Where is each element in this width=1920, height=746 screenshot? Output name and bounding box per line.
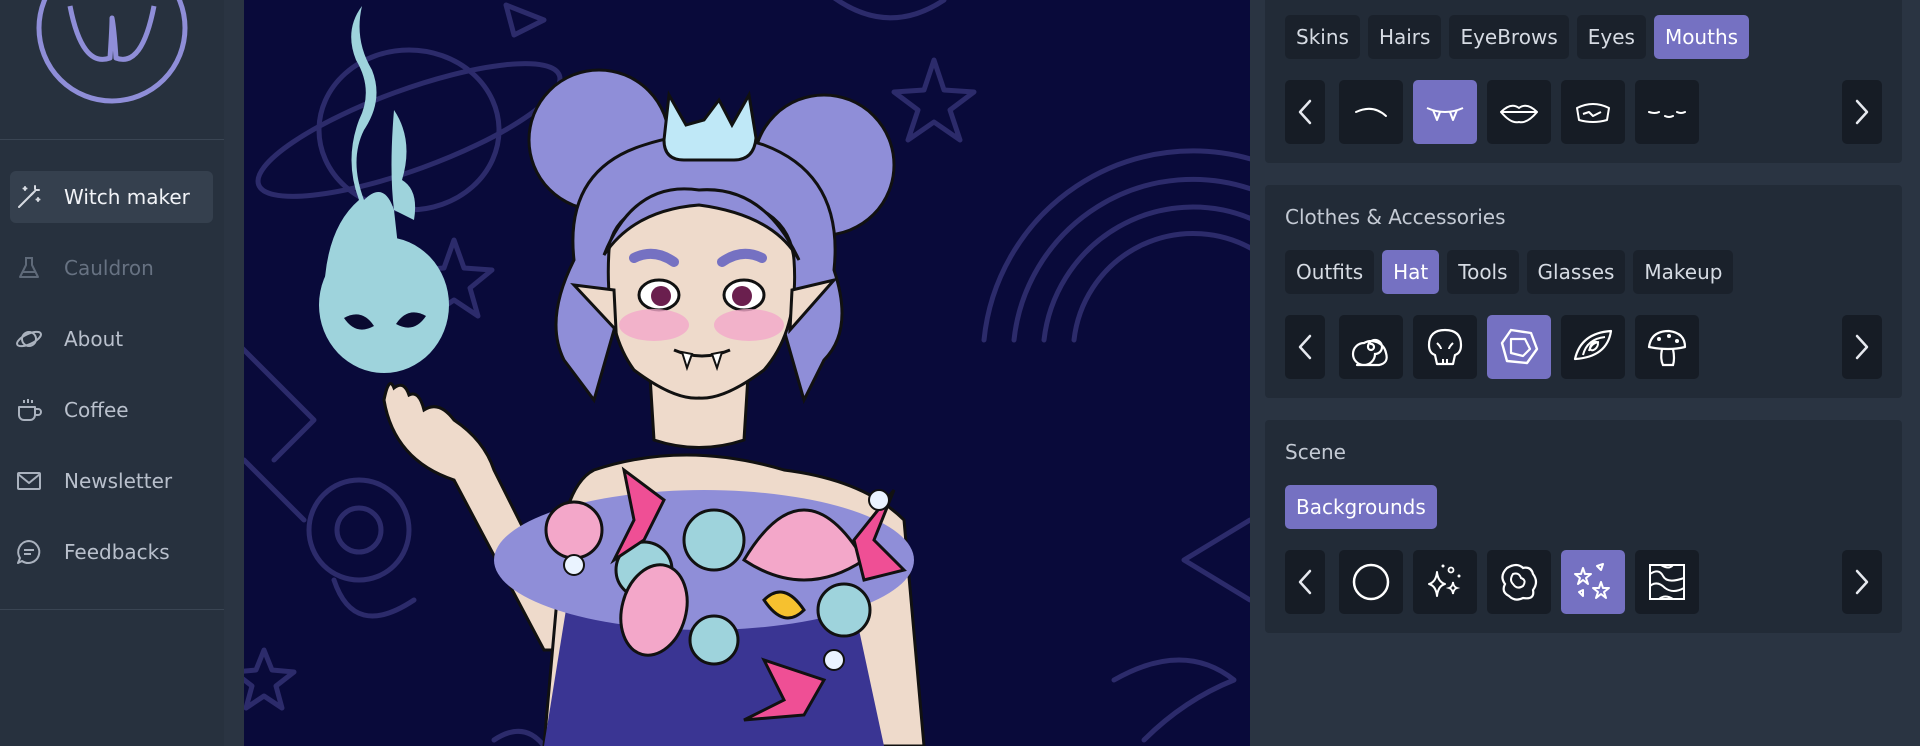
tab-hairs[interactable]: Hairs xyxy=(1367,15,1442,59)
sparkles-icon xyxy=(1428,564,1461,597)
mouth-smile-icon xyxy=(1355,107,1387,117)
coffee-cup-icon xyxy=(14,395,44,425)
section-title: Clothes & Accessories xyxy=(1285,205,1506,229)
sidebar-item-label: Feedbacks xyxy=(64,540,170,564)
tab-mouths[interactable]: Mouths xyxy=(1653,15,1750,59)
stars-icon xyxy=(1574,563,1610,599)
scene-section: Scene Backgrounds xyxy=(1265,420,1902,633)
mouth-option-3[interactable] xyxy=(1487,80,1551,144)
chat-bubble-icon xyxy=(14,537,44,567)
mushroom-icon xyxy=(1647,329,1687,367)
flask-icon xyxy=(14,253,44,283)
tab-backgrounds[interactable]: Backgrounds xyxy=(1285,485,1437,529)
sidebar-item-label: Witch maker xyxy=(64,185,190,209)
tab-makeup[interactable]: Makeup xyxy=(1633,250,1734,294)
hat-item-carousel xyxy=(1285,315,1882,379)
sidebar-item-feedbacks[interactable]: Feedbacks xyxy=(10,526,213,578)
character-canvas xyxy=(244,0,1250,746)
hat-option-1[interactable] xyxy=(1339,315,1403,379)
chevron-right-icon xyxy=(1855,99,1869,125)
face-tabs: Skins Hairs EyeBrows Eyes Mouths xyxy=(1285,15,1750,59)
sidebar-nav: Witch maker Cauldron About Coffee Newsle… xyxy=(0,140,224,610)
hat-option-3[interactable] xyxy=(1487,315,1551,379)
chevron-right-icon xyxy=(1855,334,1869,360)
mouth-smirk-icon xyxy=(1648,111,1686,118)
sidebar-item-newsletter[interactable]: Newsletter xyxy=(10,455,213,507)
circle-icon xyxy=(1352,563,1390,601)
sidebar-item-label: Cauldron xyxy=(64,256,154,280)
sidebar-item-about[interactable]: About xyxy=(10,313,213,365)
sidebar-item-label: Coffee xyxy=(64,398,129,422)
mouth-option-4[interactable] xyxy=(1561,80,1625,144)
eye-leaf-icon xyxy=(1573,329,1613,361)
previous-hat-button[interactable] xyxy=(1285,315,1325,379)
tab-eyebrows[interactable]: EyeBrows xyxy=(1449,15,1569,59)
planet-icon xyxy=(14,324,44,354)
mouth-fangs-icon xyxy=(1426,107,1464,121)
background-option-1[interactable] xyxy=(1339,550,1403,614)
chevron-left-icon xyxy=(1298,99,1312,125)
next-hat-button[interactable] xyxy=(1842,315,1882,379)
background-option-2[interactable] xyxy=(1413,550,1477,614)
chevron-right-icon xyxy=(1855,569,1869,595)
witch-logo-icon xyxy=(36,0,188,104)
hat-option-5[interactable] xyxy=(1635,315,1699,379)
mouth-option-5[interactable] xyxy=(1635,80,1699,144)
previous-background-button[interactable] xyxy=(1285,550,1325,614)
next-mouth-button[interactable] xyxy=(1842,80,1882,144)
customization-panel: Skins Hairs EyeBrows Eyes Mouths Clothes… xyxy=(1250,0,1920,746)
tab-tools[interactable]: Tools xyxy=(1447,250,1519,294)
clothes-tabs: Outfits Hat Tools Glasses Makeup xyxy=(1285,250,1734,294)
section-title: Scene xyxy=(1285,440,1346,464)
tab-skins[interactable]: Skins xyxy=(1285,15,1360,59)
clothes-section: Clothes & Accessories Outfits Hat Tools … xyxy=(1265,185,1902,398)
skull-icon xyxy=(1427,328,1463,366)
envelope-icon xyxy=(14,466,44,496)
crystal-gem-icon xyxy=(1500,328,1539,365)
magic-wand-icon xyxy=(14,182,44,212)
blob-icon xyxy=(1501,563,1538,601)
background-option-3[interactable] xyxy=(1487,550,1551,614)
logo-area xyxy=(0,0,224,140)
snail-shell-icon xyxy=(1351,338,1388,367)
chevron-left-icon xyxy=(1298,334,1312,360)
hat-option-4[interactable] xyxy=(1561,315,1625,379)
background-option-4[interactable] xyxy=(1561,550,1625,614)
sidebar-item-label: About xyxy=(64,327,124,351)
mouth-item-carousel xyxy=(1285,80,1882,144)
scene-tabs: Backgrounds xyxy=(1285,485,1437,529)
mouth-open-icon xyxy=(1576,103,1610,123)
character-illustration xyxy=(244,0,1250,746)
tab-hat[interactable]: Hat xyxy=(1382,250,1440,294)
face-section: Skins Hairs EyeBrows Eyes Mouths xyxy=(1265,0,1902,163)
hat-option-2[interactable] xyxy=(1413,315,1477,379)
mouth-option-1[interactable] xyxy=(1339,80,1403,144)
tab-glasses[interactable]: Glasses xyxy=(1526,250,1626,294)
waves-icon xyxy=(1649,564,1685,600)
next-background-button[interactable] xyxy=(1842,550,1882,614)
mouth-option-2[interactable] xyxy=(1413,80,1477,144)
sidebar-item-label: Newsletter xyxy=(64,469,173,493)
background-item-carousel xyxy=(1285,550,1882,614)
background-option-5[interactable] xyxy=(1635,550,1699,614)
tab-eyes[interactable]: Eyes xyxy=(1576,15,1646,59)
sidebar-item-coffee[interactable]: Coffee xyxy=(10,384,213,436)
chevron-left-icon xyxy=(1298,569,1312,595)
previous-mouth-button[interactable] xyxy=(1285,80,1325,144)
sidebar-item-cauldron[interactable]: Cauldron xyxy=(10,242,213,294)
tab-outfits[interactable]: Outfits xyxy=(1285,250,1375,294)
sidebar-item-witch-maker[interactable]: Witch maker xyxy=(10,171,213,223)
sidebar: Witch maker Cauldron About Coffee Newsle… xyxy=(0,0,224,746)
mouth-lips-icon xyxy=(1500,104,1538,124)
